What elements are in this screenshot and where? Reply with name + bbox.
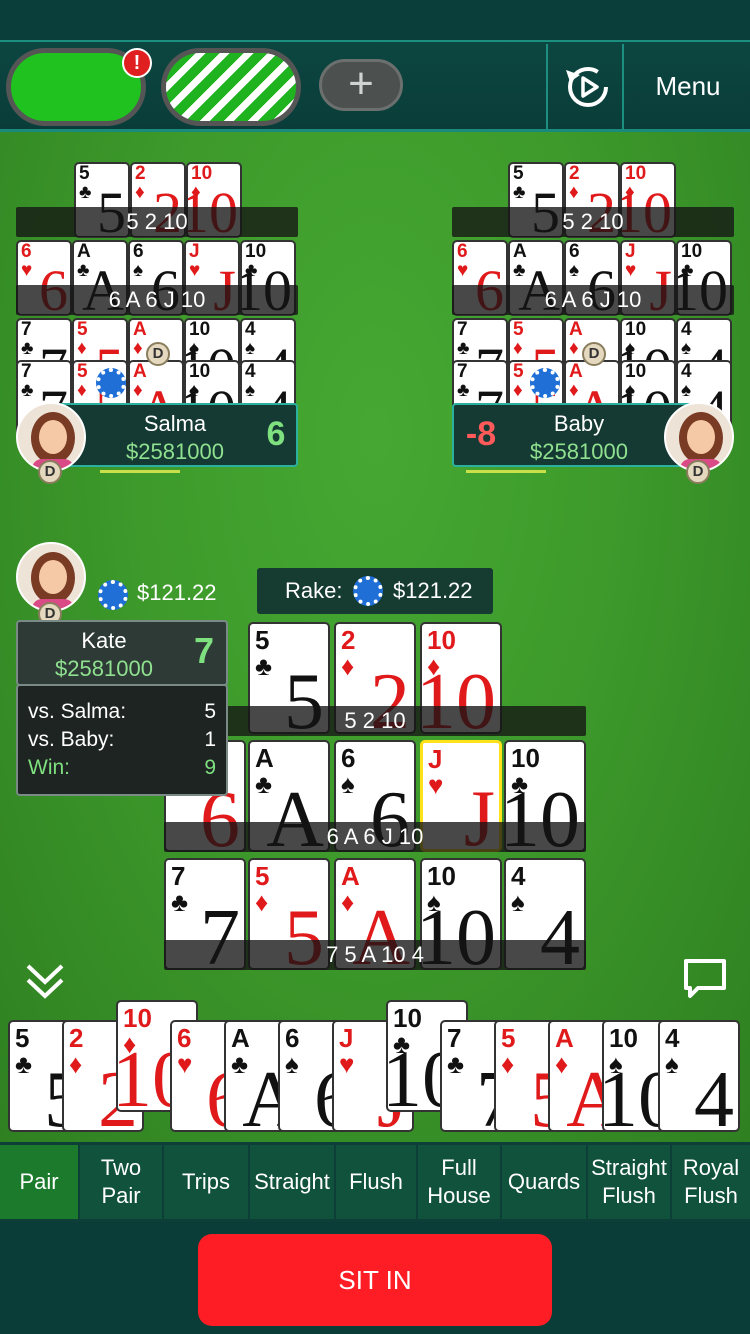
result-label: vs. Baby: xyxy=(28,728,115,751)
menu-button[interactable]: Menu xyxy=(626,44,750,130)
hint-full-house[interactable]: Full House xyxy=(418,1145,500,1219)
hint-pair[interactable]: Pair xyxy=(0,1145,78,1219)
hand-card[interactable]: 4 ♠ 4 xyxy=(658,1020,740,1132)
result-value: 9 xyxy=(204,756,216,779)
rake-box: Rake: $121.22 xyxy=(257,568,493,614)
hint-straight[interactable]: Straight xyxy=(250,1145,334,1219)
row-label-bottom: 7 5 A 10 4 xyxy=(164,940,586,970)
add-table-button[interactable]: + xyxy=(319,59,403,111)
player-info-kate[interactable]: Kate $2581000 7 xyxy=(16,620,228,686)
hint-trips[interactable]: Trips xyxy=(164,1145,248,1219)
hero-bet: $121.22 xyxy=(137,580,217,605)
hint-flush[interactable]: Flush xyxy=(336,1145,416,1219)
hint-straight-flush[interactable]: Straight Flush xyxy=(588,1145,670,1219)
status-strip xyxy=(0,0,750,42)
rake-label: Rake: xyxy=(285,578,343,603)
chip-icon xyxy=(353,576,383,606)
player-score: 7 xyxy=(193,630,215,671)
result-value: 1 xyxy=(204,728,216,751)
results-box: vs. Salma: 5 vs. Baby: 1 Win: 9 xyxy=(16,684,228,796)
replay-button[interactable] xyxy=(546,44,624,130)
hint-royal-flush[interactable]: Royal Flush xyxy=(672,1145,750,1219)
alert-badge: ! xyxy=(122,48,152,78)
replay-icon xyxy=(566,67,608,107)
result-label: Win: xyxy=(28,756,70,779)
player-stack: $2581000 xyxy=(55,656,153,681)
sit-in-button[interactable]: SIT IN xyxy=(198,1234,552,1326)
hand-cards: 5♣5 2♦2 10♦10 6♥6 A♣A 6♠6 J♥J 10♣10 7♣7 … xyxy=(0,996,750,1142)
result-label: vs. Salma: xyxy=(28,700,127,723)
chip-icon xyxy=(98,580,128,610)
table-tab-2[interactable] xyxy=(161,48,301,126)
rake-amount: $121.22 xyxy=(393,578,473,603)
hint-two-pair[interactable]: Two Pair xyxy=(80,1145,162,1219)
player-name: Kate xyxy=(81,628,127,653)
hint-quards[interactable]: Quards xyxy=(502,1145,586,1219)
row-label-middle: 6 A 6 J 10 xyxy=(164,822,586,852)
result-value: 5 xyxy=(204,700,216,723)
